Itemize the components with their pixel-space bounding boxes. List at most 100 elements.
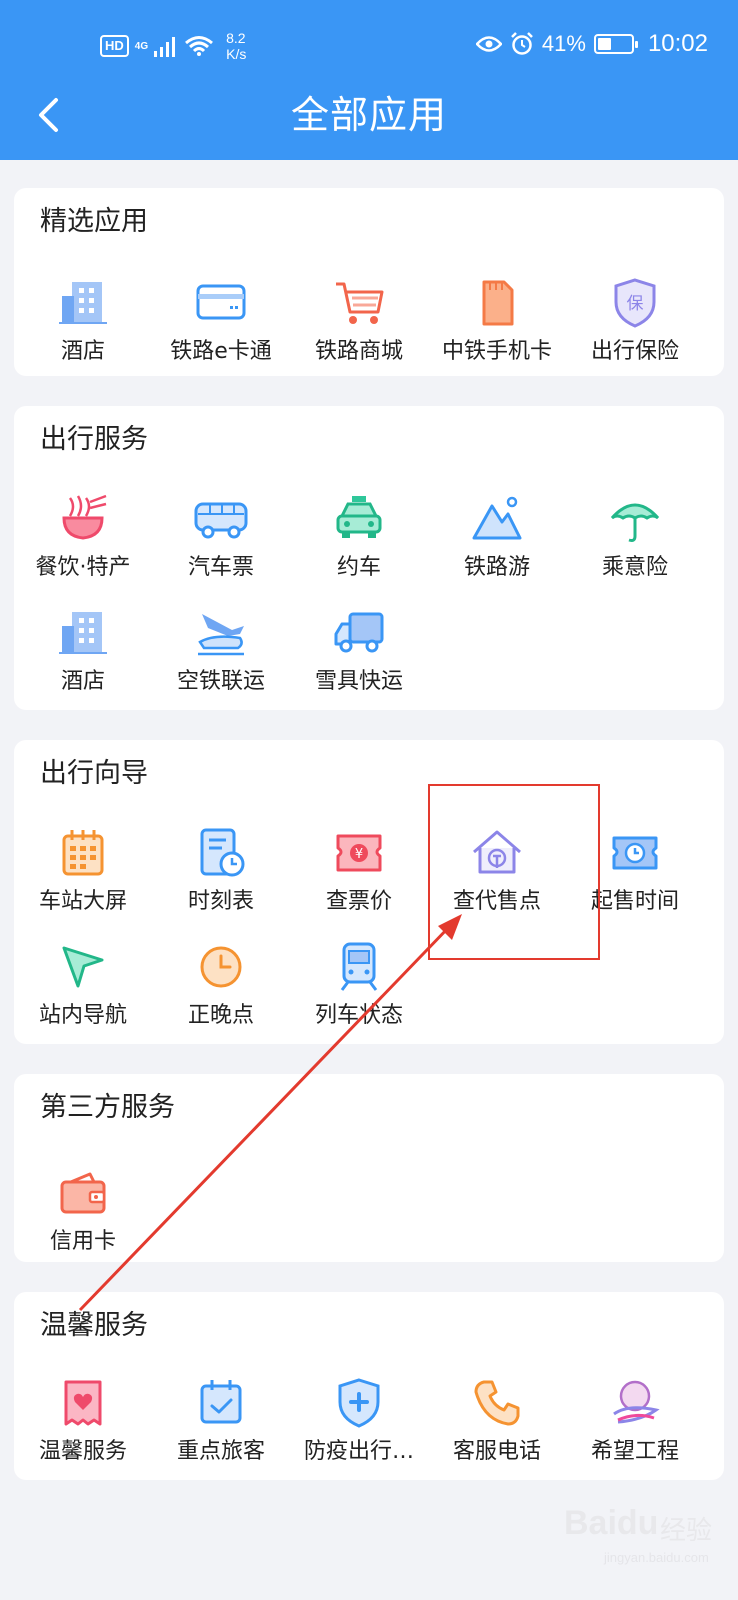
app-label: 查票价 [325,889,392,914]
speed-value: 8.2 [226,30,246,46]
app-label: 乘意险 [601,555,668,580]
sim-card-icon [482,280,514,326]
app-label: 酒店 [60,669,105,694]
app-key-passengers[interactable]: 重点旅客 [152,1376,290,1476]
app-label: 铁路商城 [314,339,403,364]
app-hope-project[interactable]: 希望工程 [566,1376,704,1476]
signal-icon [154,37,176,57]
page-title: 全部应用 [290,93,447,137]
section-title: 出行向导 [40,758,148,789]
app-label: 中铁手机卡 [441,339,552,364]
app-station-navigation[interactable]: 站内导航 [14,940,152,1040]
app-railway-mall[interactable]: 铁路商城 [290,276,428,376]
section-title: 第三方服务 [40,1092,175,1123]
app-label: 酒店 [60,339,105,364]
app-label: 空铁联运 [176,669,265,694]
wifi-icon [185,36,214,56]
taxi-icon [336,496,382,538]
app-ride-hailing[interactable]: 约车 [290,492,428,592]
app-label: 铁路游 [463,555,530,580]
app-passenger-insurance[interactable]: 乘意险 [566,492,704,592]
app-railway-tour[interactable]: 铁路游 [428,492,566,592]
app-label: 温馨服务 [38,1439,127,1464]
app-fare-query[interactable]: ¥ 查票价 [290,826,428,926]
battery-percent: 41% [541,31,586,56]
section-featured-apps: 精选应用 酒店 铁路e卡通 铁路商城 中铁手机卡 保 出行保险 [14,188,724,376]
section-travel-services: 出行服务 餐饮·特产 汽车票 约车 铁路游 乘意险 酒店 空铁联运 雪具快运 [14,406,724,710]
speed-unit: K/s [226,46,247,62]
calendar-grid-icon [62,830,104,876]
status-bar: HD 4G 8.2 K/s 41% 10:02 [0,0,738,90]
watermark-url: jingyan.baidu.com [604,1550,709,1565]
app-credit-card[interactable]: 信用卡 [14,1166,152,1266]
watermark-brand: Baidu [564,1504,659,1542]
calendar-check-icon [200,1380,242,1424]
network-speed: 8.2 K/s [226,30,246,62]
app-caring-service[interactable]: 温馨服务 [14,1376,152,1476]
heart-card-icon [64,1380,102,1426]
app-epidemic-travel[interactable]: 防疫出行… [290,1376,428,1476]
timetable-icon [200,828,245,877]
app-label: 站内导航 [38,1003,127,1028]
app-travel-insurance[interactable]: 保 出行保险 [566,276,704,376]
app-sim-card[interactable]: 中铁手机卡 [428,276,566,376]
app-railway-ecard[interactable]: 铁路e卡通 [152,276,290,376]
clock-time: 10:02 [647,30,708,57]
hd-badge: HD [100,35,129,57]
app-label: 起售时间 [590,889,679,914]
section-travel-guide: 出行向导 车站大屏 时刻表 ¥ 查票价 查代售点 起售时间 站内导航 正晚点 列… [14,740,724,1044]
ticket-clock-icon [612,836,658,870]
battery-icon [593,34,638,54]
status-left: HD 4G 8.2 K/s [100,30,246,62]
app-station-screen[interactable]: 车站大屏 [14,826,152,926]
app-bus-ticket[interactable]: 汽车票 [152,492,290,592]
card-icon [196,284,246,320]
app-label: 重点旅客 [176,1439,265,1464]
battery-fill [597,38,612,50]
app-label: 汽车票 [187,555,254,580]
hotel-icon [59,612,107,654]
mountain-icon [472,496,522,540]
app-food-specialty[interactable]: 餐饮·特产 [14,492,152,592]
section-caring-services: 温馨服务 温馨服务 重点旅客 防疫出行… 客服电话 希望工程 [14,1292,724,1480]
app-label: 防疫出行… [303,1439,414,1464]
app-header: HD 4G 8.2 K/s 41% 10:02 全部应用 [0,0,738,160]
network-type: 4G [134,40,149,52]
app-ski-delivery[interactable]: 雪具快运 [290,606,428,706]
section-title: 温馨服务 [40,1310,148,1341]
app-hotel-2[interactable]: 酒店 [14,606,152,706]
app-customer-service[interactable]: 客服电话 [428,1376,566,1476]
train-icon [340,942,378,991]
section-title: 精选应用 [40,206,148,237]
insurance-shield-icon: 保 [614,278,656,328]
app-train-status[interactable]: 列车状态 [290,940,428,1040]
plane-train-icon [198,614,244,656]
app-label: 餐饮·特产 [35,555,131,580]
status-right: 41% 10:02 [475,30,708,58]
app-delay-status[interactable]: 正晚点 [152,940,290,1040]
app-air-rail[interactable]: 空铁联运 [152,606,290,706]
section-title: 出行服务 [40,424,148,455]
app-timetable[interactable]: 时刻表 [152,826,290,926]
eye-icon [475,36,502,52]
ticket-price-icon: ¥ [336,834,382,872]
hope-logo-icon [613,1380,660,1424]
medical-shield-icon [338,1378,380,1428]
watermark-cn: 经验 [660,1516,713,1546]
hotel-icon [59,282,107,324]
svg-text:保: 保 [627,294,644,314]
shopping-cart-icon [336,282,384,324]
highlight-box [428,784,600,960]
phone-icon [474,1380,520,1426]
app-label: 约车 [336,555,381,580]
noodle-bowl-icon [62,494,107,540]
truck-icon [334,612,384,653]
app-label: 列车状态 [314,1003,403,1028]
svg-text:¥: ¥ [355,847,363,862]
alarm-icon [511,32,533,55]
wallet-icon [60,1172,106,1214]
app-label: 雪具快运 [314,669,403,694]
app-label: 信用卡 [49,1229,116,1254]
app-hotel[interactable]: 酒店 [14,276,152,376]
bus-icon [194,502,248,539]
